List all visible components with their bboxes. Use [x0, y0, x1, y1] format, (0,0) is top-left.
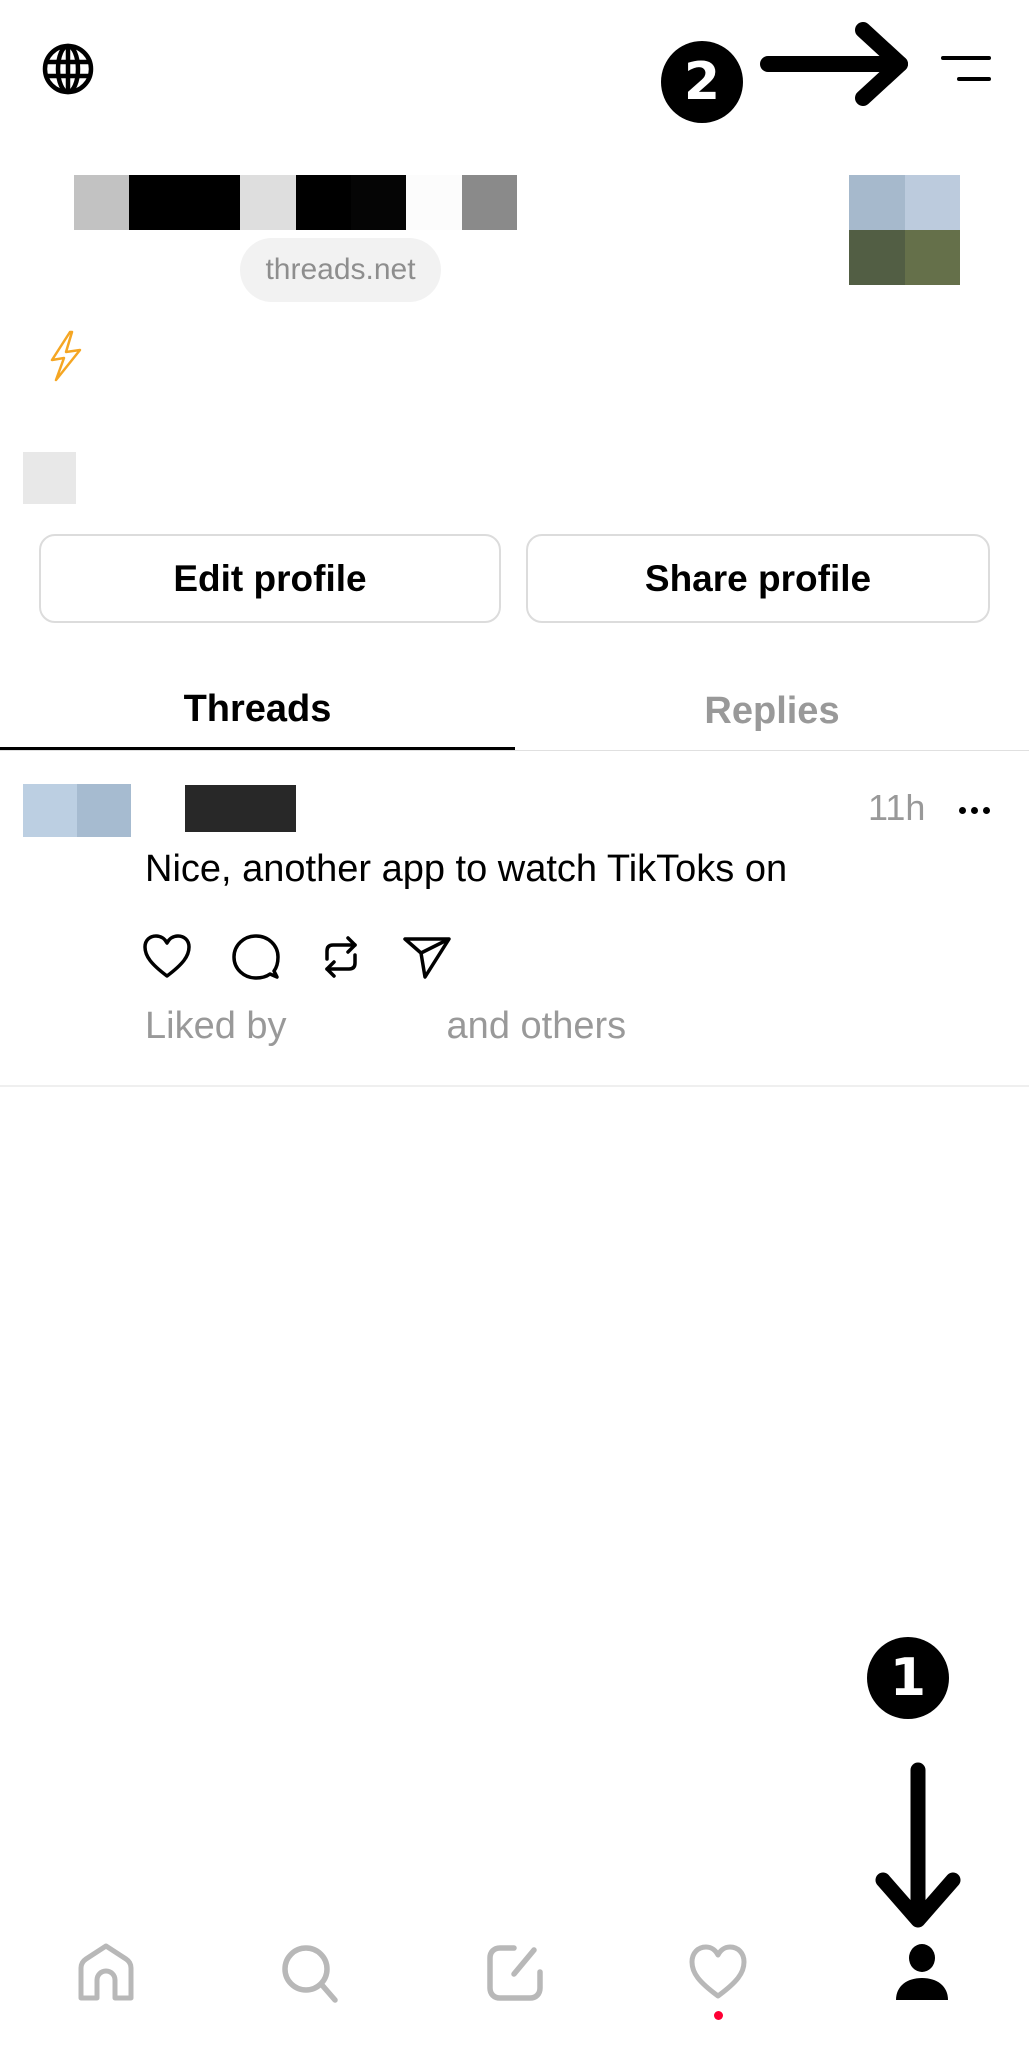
profile-avatar[interactable]: [849, 175, 960, 285]
menu-icon[interactable]: [940, 52, 992, 86]
heart-icon: [689, 1944, 747, 1999]
more-options-icon[interactable]: [953, 790, 995, 830]
tabs-divider: [0, 750, 1029, 751]
annotation-badge-2: 2: [661, 41, 743, 123]
profile-icon: [896, 1944, 948, 2000]
like-icon[interactable]: [141, 931, 193, 983]
post-author-redacted[interactable]: [185, 785, 296, 832]
notification-dot: [714, 2011, 723, 2020]
share-profile-button[interactable]: Share profile: [526, 534, 990, 623]
post-timestamp: 11h: [868, 787, 926, 828]
annotation-arrow-right-icon: [760, 22, 914, 108]
nav-compose[interactable]: [482, 1940, 548, 2006]
reply-icon[interactable]: [230, 931, 282, 983]
nav-profile[interactable]: [889, 1940, 955, 2006]
search-icon: [282, 1945, 338, 2003]
post-avatar[interactable]: [23, 784, 131, 837]
home-icon: [78, 1943, 134, 2001]
globe-icon[interactable]: [41, 42, 95, 96]
share-icon[interactable]: [401, 931, 453, 983]
post-divider: [0, 1085, 1029, 1087]
liked-by-text[interactable]: Liked by and others: [145, 1005, 626, 1048]
bio-redacted: [23, 452, 76, 504]
tab-threads[interactable]: Threads: [0, 672, 515, 750]
liked-by-suffix: and others: [446, 1005, 627, 1047]
liked-by-prefix: Liked by: [145, 1005, 287, 1047]
edit-profile-button[interactable]: Edit profile: [39, 534, 501, 623]
compose-icon: [487, 1945, 543, 2001]
tab-replies[interactable]: Replies: [515, 672, 1029, 750]
annotation-badge-1: 1: [867, 1637, 949, 1719]
bio-lightning-icon: [44, 330, 86, 382]
nav-activity[interactable]: [685, 1940, 751, 2006]
repost-icon[interactable]: [315, 931, 367, 983]
post-text: Nice, another app to watch TikToks on: [145, 848, 788, 890]
profile-name-redacted: [74, 175, 517, 230]
nav-home[interactable]: [73, 1940, 139, 2006]
threads-domain-badge[interactable]: threads.net: [240, 238, 441, 302]
annotation-arrow-down-icon: [873, 1762, 963, 1932]
nav-search[interactable]: [277, 1940, 343, 2006]
